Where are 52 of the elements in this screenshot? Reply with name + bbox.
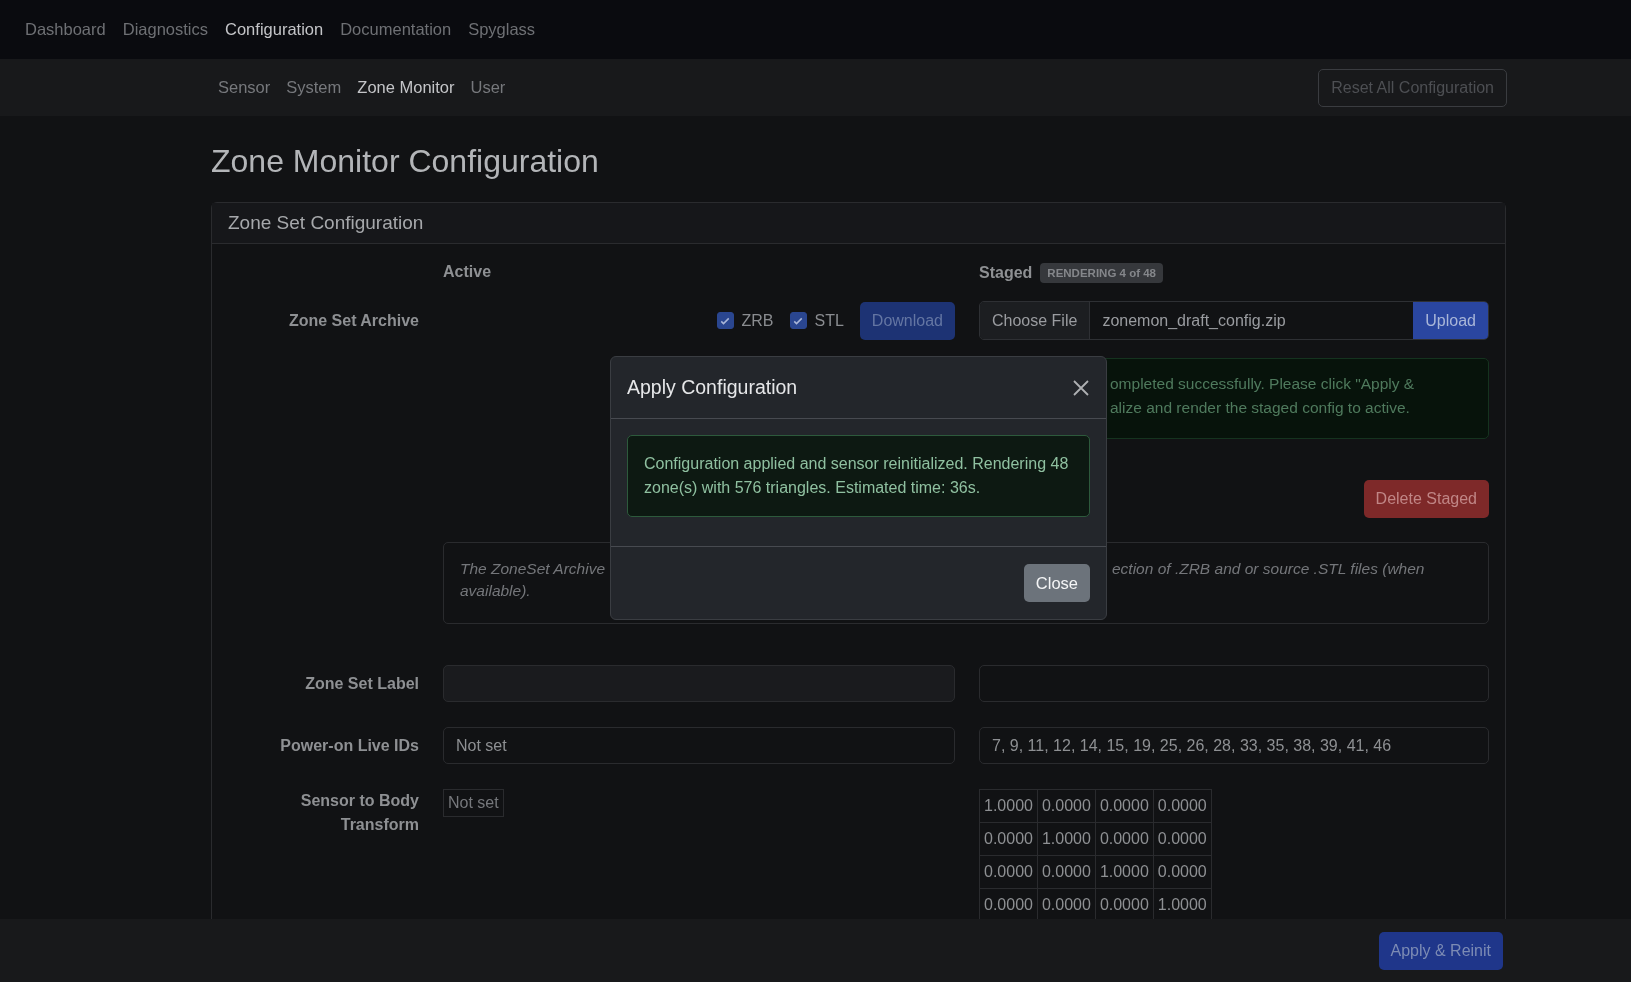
input-field[interactable]: [443, 665, 955, 702]
field-label: Zone Set Archive: [288, 311, 419, 329]
matrix-cell: 0.0000: [979, 855, 1038, 889]
matrix-cell: 0.0000: [979, 822, 1038, 856]
nav-tab[interactable]: Sensor: [218, 78, 271, 97]
nav-link[interactable]: Configuration: [225, 20, 324, 39]
delete-staged-button[interactable]: Delete Staged: [1363, 480, 1489, 518]
column-heading: Staged: [979, 264, 1033, 282]
value-text: Not set: [443, 789, 504, 817]
status-badge: RENDERING 4 of 48: [1040, 263, 1163, 283]
column-heading: Active: [443, 263, 492, 280]
field-label: Zone Set Label: [305, 674, 419, 692]
matrix-cell: 0.0000: [1037, 789, 1096, 823]
matrix-cell: 0.0000: [1153, 789, 1212, 823]
description-text: The ZoneSet Archive: [460, 560, 606, 578]
matrix-cell: 0.0000: [1095, 789, 1154, 823]
nav-link[interactable]: Documentation: [340, 20, 452, 39]
nav-tab[interactable]: Zone Monitor: [357, 78, 455, 97]
matrix-cell: 0.0000: [1153, 855, 1212, 889]
description-text: ection of .ZRB and or source .STL files (when: [1112, 560, 1426, 579]
matrix-cell: 1.0000: [1095, 855, 1154, 889]
input-field[interactable]: [979, 665, 1489, 702]
matrix-cell: 0.0000: [1037, 855, 1096, 889]
nav-tab[interactable]: System: [286, 78, 342, 97]
checkbox[interactable]: [716, 312, 734, 329]
field-label: Power-on Live IDs: [280, 736, 419, 754]
matrix-cell: 1.0000: [979, 789, 1038, 823]
close-icon[interactable]: [1072, 378, 1090, 397]
matrix-cell: 0.0000: [1153, 822, 1212, 856]
apply-reinit-button[interactable]: Apply & Reinit: [1378, 931, 1503, 970]
input-field[interactable]: 7, 9, 11, 12, 14, 15, 19, 25, 26, 28, 33, 35, 38, 39, 41, 46: [979, 727, 1489, 764]
nav-link[interactable]: Dashboard: [25, 20, 106, 39]
alert-text: ompleted successfully. Please click "Apply &: [1110, 375, 1416, 393]
description-text: available).: [460, 582, 532, 600]
field-label: Sensor to Body Transform: [299, 791, 419, 835]
page-title: Zone Monitor Configuration: [211, 142, 600, 181]
matrix-cell: 0.0000: [1095, 822, 1154, 856]
input-field[interactable]: Not set: [443, 727, 955, 764]
download-button[interactable]: Download: [859, 301, 955, 340]
modal-title: Apply Configuration: [627, 376, 798, 399]
close-button[interactable]: Close: [1023, 564, 1090, 602]
nav-tab[interactable]: User: [470, 78, 506, 97]
matrix-cell: 1.0000: [1037, 822, 1096, 856]
checkbox[interactable]: [789, 312, 807, 329]
nav-link[interactable]: Diagnostics: [122, 20, 209, 39]
checkbox-label: STL: [814, 311, 844, 330]
alert-text: Configuration applied and sensor reinitialized. Rendering 48 zone(s) with 576 triangles. Estimated time: 36s.: [644, 455, 1069, 496]
nav-link[interactable]: Spyglass: [468, 20, 536, 39]
reset-all-button[interactable]: Reset All Configuration: [1318, 68, 1507, 107]
alert-text: alize and render the staged config to active.: [1110, 399, 1411, 417]
checkbox-label: ZRB: [741, 311, 774, 330]
card-title: Zone Set Configuration: [228, 212, 424, 234]
